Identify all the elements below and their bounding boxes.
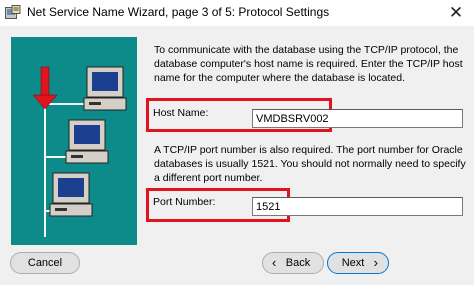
wizard-illustration — [11, 37, 137, 245]
computer-icon — [49, 172, 93, 217]
next-button[interactable]: Next › — [327, 252, 389, 274]
host-name-label: Host Name: — [153, 107, 209, 119]
computer-icon — [83, 66, 127, 111]
red-arrow-icon — [32, 66, 58, 110]
back-button-label: Back — [285, 257, 311, 269]
port-number-instructions: A TCP/IP port number is also required. T… — [154, 144, 466, 184]
network-diagram — [32, 66, 127, 237]
wizard-app-icon — [5, 5, 21, 19]
next-button-label: Next — [341, 257, 365, 269]
cancel-button[interactable]: Cancel — [10, 252, 80, 274]
title-bar[interactable]: Net Service Name Wizard, page 3 of 5: Pr… — [0, 0, 474, 26]
wizard-body: To communicate with the database using t… — [0, 26, 474, 285]
computer-icon — [65, 119, 109, 164]
window-title: Net Service Name Wizard, page 3 of 5: Pr… — [27, 5, 330, 19]
chevron-right-icon: › — [373, 255, 378, 270]
port-number-input[interactable] — [252, 197, 463, 216]
host-name-instructions: To communicate with the database using t… — [154, 44, 463, 84]
host-name-input[interactable] — [252, 109, 463, 128]
chevron-left-icon: ‹ — [272, 255, 277, 270]
cancel-button-label: Cancel — [27, 257, 63, 269]
port-number-label: Port Number: — [153, 196, 216, 208]
close-icon[interactable]: ✕ — [438, 0, 474, 25]
back-button[interactable]: ‹ Back — [262, 252, 324, 274]
